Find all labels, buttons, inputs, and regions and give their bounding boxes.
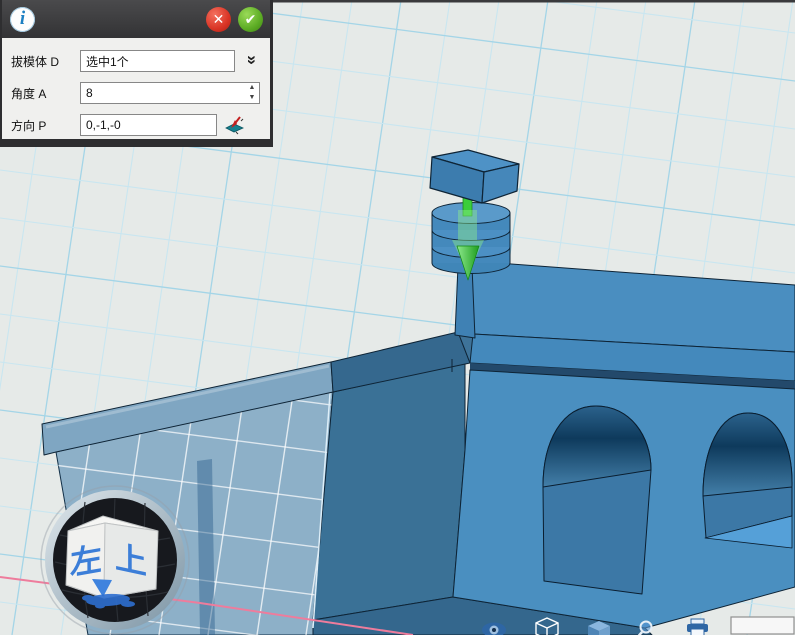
angle-spinner[interactable]: ▲ ▼ [245,84,259,102]
application-window: 左 上 i ✕ ✔ 拔模体 D » 角度 A ▲ ▼ 方向 P [0,0,795,635]
navcube-left-face-label[interactable]: 左 [70,540,102,581]
direction-label: 方向 P [11,117,46,134]
spinner-up-icon[interactable]: ▲ [249,84,256,92]
interior-shadow-wall [313,363,465,620]
info-icon[interactable]: i [10,7,35,32]
field-row-angle: 角度 A ▲ ▼ [2,82,270,104]
view-navigation-cube[interactable]: 左 上 [41,486,189,634]
corner-panel [731,617,794,634]
dialog-header: i ✕ ✔ [2,0,270,38]
direction-picker-icon[interactable] [223,115,245,135]
direction-input[interactable] [80,114,217,136]
navcube-top-face-label[interactable]: 上 [115,539,147,581]
spinner-down-icon[interactable]: ▼ [249,94,256,102]
chimney-post[interactable] [455,266,475,338]
draft-body-input[interactable] [80,50,235,72]
draft-body-label: 拔模体 D [11,53,59,70]
confirm-button[interactable]: ✔ [238,7,263,32]
cancel-button[interactable]: ✕ [206,7,231,32]
field-row-direction: 方向 P [2,114,270,136]
angle-label: 角度 A [11,85,46,102]
field-row-draft-body: 拔模体 D » [2,50,270,72]
window-arch-2[interactable] [703,413,792,548]
expand-chevron-icon[interactable]: » [241,50,263,70]
draft-dialog: i ✕ ✔ 拔模体 D » 角度 A ▲ ▼ 方向 P [0,0,273,147]
window-arch-1[interactable] [543,406,651,594]
angle-input[interactable] [80,82,260,104]
interior-edge-strip [197,459,215,635]
